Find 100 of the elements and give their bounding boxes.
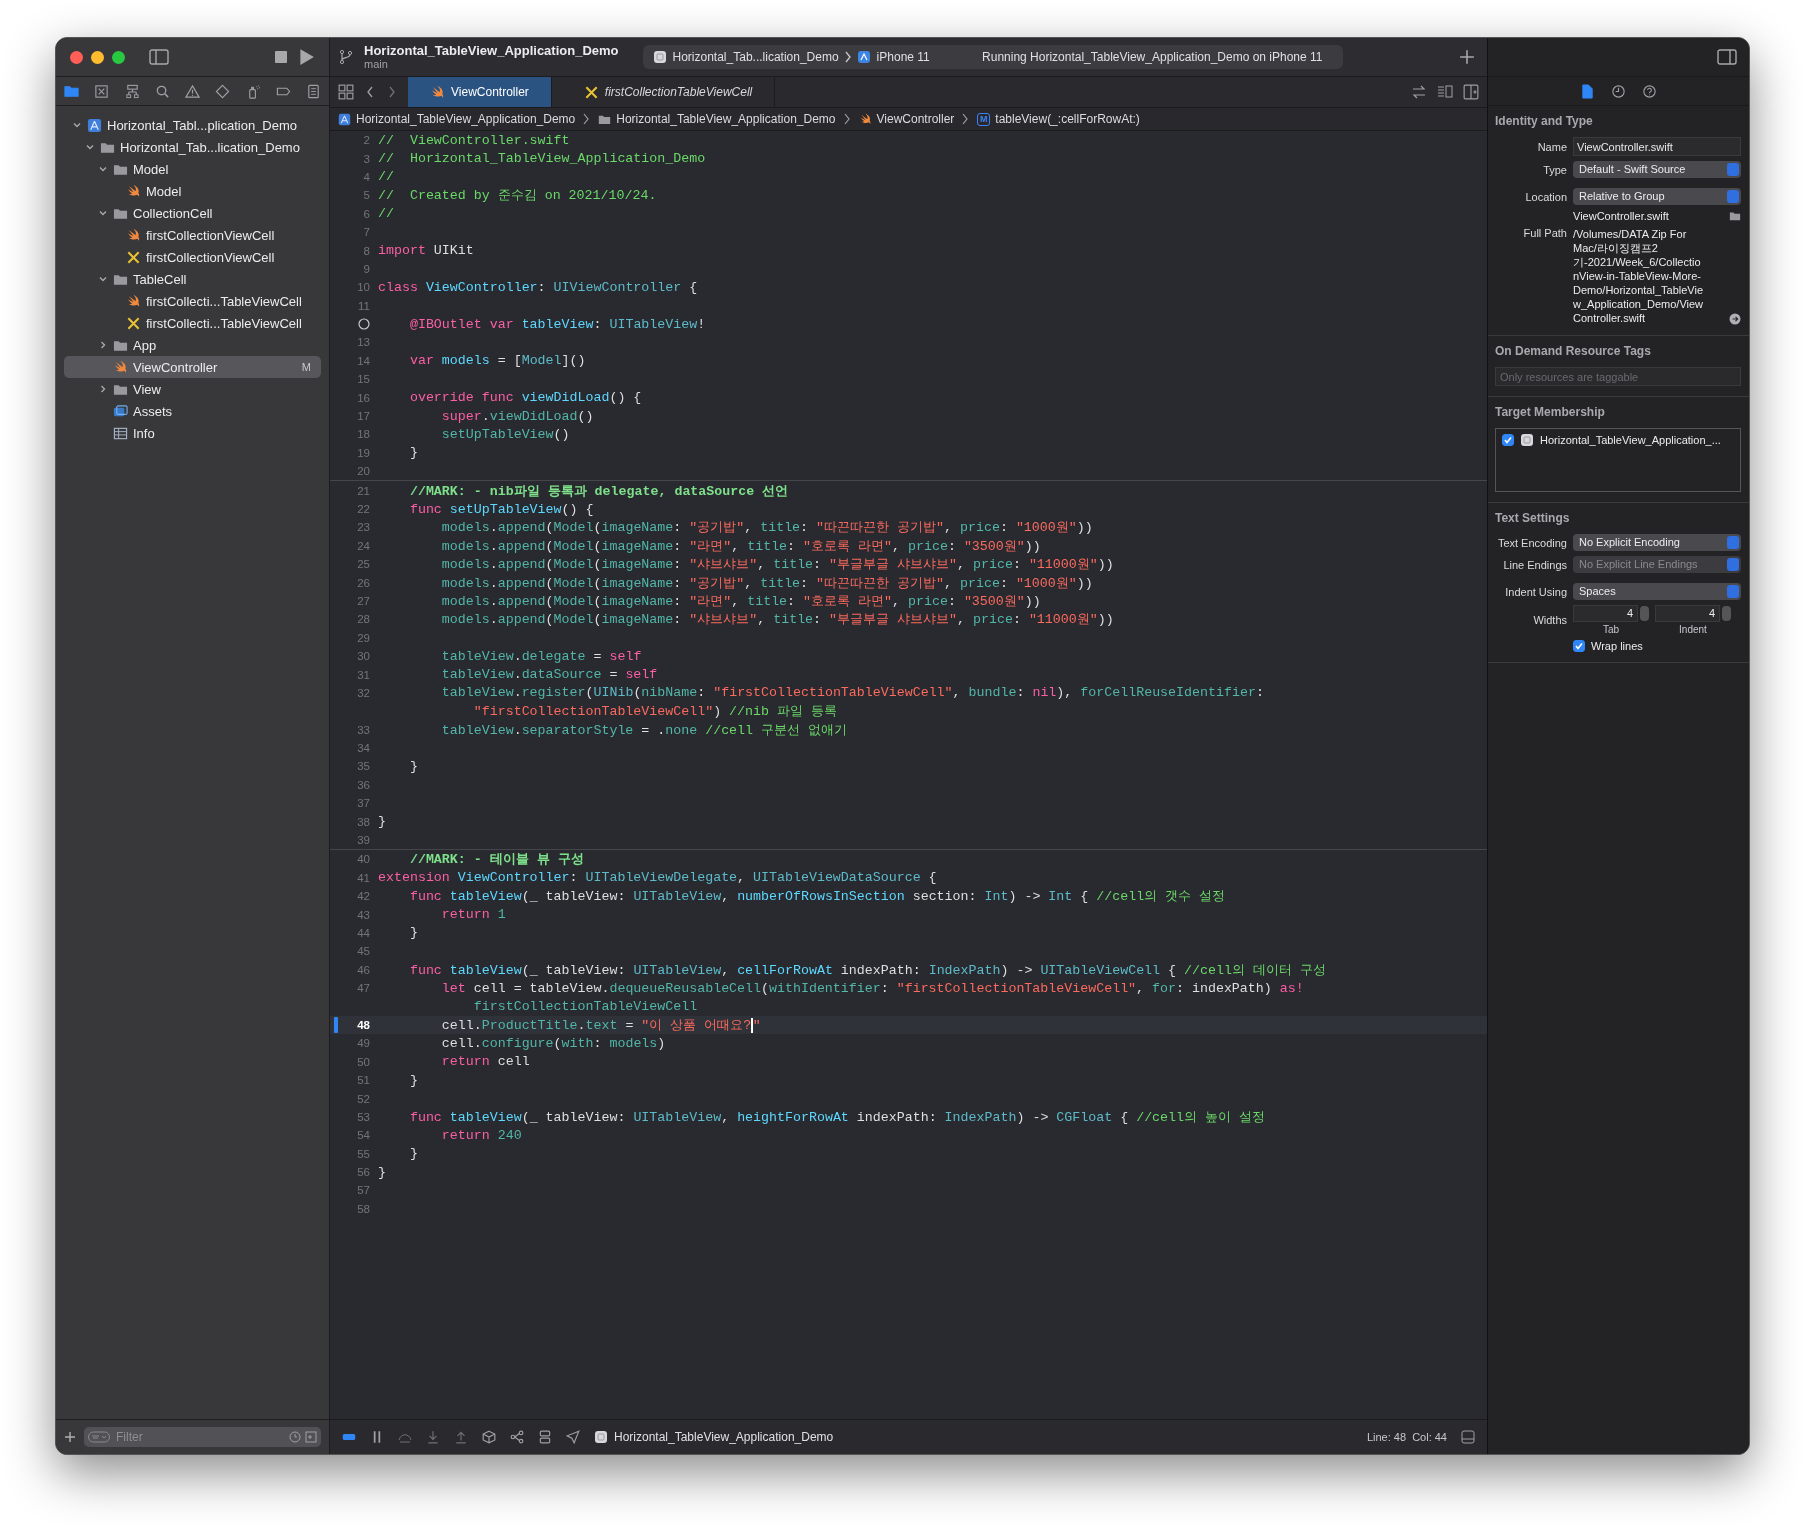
tree-item[interactable]: TableCell — [64, 268, 321, 290]
swift-file-icon — [430, 84, 445, 100]
line-number: 39 — [357, 834, 370, 847]
run-icon[interactable] — [297, 48, 315, 66]
chevron-icon[interactable] — [72, 120, 82, 130]
tab-width-field[interactable]: 4 — [1573, 605, 1638, 622]
clock-icon[interactable] — [1611, 83, 1626, 99]
code-line: class ViewController: UIViewController { — [378, 279, 698, 295]
close-window-button[interactable] — [70, 50, 83, 64]
breadcrumb-item[interactable]: M tableView(_:cellForRowAt:) — [958, 112, 1140, 126]
step-into-icon[interactable] — [426, 1430, 440, 1444]
code-line: func tableView(_ tableView: UITableView, numberOfRowsInSection section: Int) -> Int { //cell의 갯수 설정 — [408, 888, 1226, 906]
device-selector[interactable]: iPhone 11 — [876, 50, 930, 64]
tree-item[interactable]: View — [64, 378, 321, 400]
editor-tab[interactable]: ViewController — [408, 77, 552, 107]
minimize-window-button[interactable] — [91, 50, 104, 64]
code-line: return cell — [440, 1054, 530, 1070]
warning-icon[interactable] — [185, 83, 200, 99]
tree-item[interactable]: Info — [64, 422, 321, 444]
tree-item[interactable]: firstCollecti...TableViewCell — [64, 312, 321, 334]
type-dropdown[interactable]: Default - Swift Source — [1573, 161, 1741, 178]
split-editor-icon[interactable] — [1463, 84, 1479, 100]
line-number: 41 — [357, 871, 370, 884]
chevron-icon — [962, 113, 969, 125]
folder-icon[interactable] — [1729, 210, 1741, 222]
scope-icon[interactable] — [305, 1431, 317, 1443]
location-arrow-icon[interactable] — [566, 1430, 580, 1444]
search-icon[interactable] — [154, 83, 170, 99]
chevron-icon[interactable] — [85, 142, 95, 152]
code-line: import UIKit — [378, 243, 474, 259]
line-number: 50 — [357, 1055, 370, 1068]
step-out-icon[interactable] — [454, 1430, 468, 1444]
tree-item[interactable]: firstCollectionViewCell — [64, 246, 321, 268]
sidebar-toggle-icon[interactable] — [149, 49, 169, 65]
app-icon — [652, 50, 667, 64]
tree-item[interactable]: firstCollectionViewCell — [64, 224, 321, 246]
tree-item[interactable]: CollectionCell — [64, 202, 321, 224]
tree-item[interactable]: Assets — [64, 400, 321, 422]
name-field[interactable]: ViewController.swift — [1573, 137, 1741, 156]
line-number: 52 — [357, 1092, 370, 1105]
swap-arrows-icon[interactable] — [1411, 84, 1427, 100]
line-number: 57 — [357, 1184, 370, 1197]
assets-icon — [113, 403, 128, 419]
tree-item[interactable]: firstCollecti...TableViewCell — [64, 290, 321, 312]
tree-item[interactable]: Model — [64, 158, 321, 180]
tree-item[interactable]: Horizontal_Tab...lication_Demo — [64, 136, 321, 158]
panel-toggle-icon[interactable] — [1461, 1430, 1475, 1444]
checkbox-label: Wrap lines — [1591, 640, 1643, 652]
tree-item[interactable]: ViewController M — [64, 356, 321, 378]
square-x-icon[interactable] — [94, 83, 110, 99]
zoom-window-button[interactable] — [112, 50, 125, 64]
indent-dropdown[interactable]: Spaces — [1573, 583, 1741, 600]
line-number: 30 — [357, 650, 370, 663]
location-dropdown[interactable]: Relative to Group — [1573, 188, 1741, 205]
line-number: 35 — [357, 760, 370, 773]
chevron-icon[interactable] — [98, 274, 108, 284]
scheme-selector[interactable]: Horizontal_Tab...lication_Demo — [672, 50, 839, 64]
checkbox[interactable] — [1573, 640, 1585, 652]
add-icon[interactable] — [64, 1431, 76, 1443]
tree-item[interactable]: Model — [64, 180, 321, 202]
branch-icon[interactable] — [338, 49, 354, 65]
tree-item[interactable]: Horizontal_Tabl...plication_Demo — [64, 114, 321, 136]
nodes-icon[interactable] — [510, 1430, 524, 1444]
code-line: tableView.dataSource = self — [440, 667, 658, 682]
list-icon[interactable] — [1437, 84, 1453, 100]
sliders-icon[interactable] — [538, 1430, 552, 1444]
code-line: let cell = tableView.dequeueReusableCell(withIdentifier: "firstCollectionTableViewCell", for: indexPath) as! — [440, 980, 1304, 996]
line-number: 7 — [363, 226, 370, 239]
filter-input[interactable]: Filter — [114, 1429, 285, 1445]
inspector-toggle-icon[interactable] — [1717, 49, 1737, 65]
stop-icon[interactable] — [273, 49, 289, 65]
file-icon[interactable] — [1580, 83, 1595, 99]
breadcrumb-item[interactable]: ViewController — [839, 112, 955, 126]
chevron-icon[interactable] — [98, 384, 108, 394]
line-number: 42 — [357, 890, 370, 903]
cube-icon[interactable] — [482, 1430, 496, 1444]
checkbox[interactable] — [1502, 434, 1514, 446]
breadcrumb-label[interactable]: tableView(_:cellForRowAt:) — [995, 112, 1140, 126]
tree-item[interactable]: App — [64, 334, 321, 356]
outlet-connection-icon[interactable] — [358, 318, 370, 331]
breadcrumb-label[interactable]: ViewController — [876, 112, 955, 126]
add-icon[interactable] — [1459, 49, 1475, 65]
editor-tab[interactable]: firstCollectionTableViewCell — [561, 77, 776, 107]
tags-field[interactable]: Only resources are taggable — [1495, 367, 1741, 386]
grid-icon[interactable] — [338, 84, 354, 100]
chevron-icon[interactable] — [98, 164, 108, 174]
encoding-dropdown[interactable]: No Explicit Encoding — [1573, 534, 1741, 551]
folder-icon[interactable] — [64, 83, 79, 99]
line-number: 33 — [357, 723, 370, 736]
arrow-circle-icon[interactable] — [1729, 313, 1741, 325]
chevron-icon[interactable] — [98, 340, 108, 350]
list-icon[interactable] — [306, 83, 321, 99]
line-number: 13 — [357, 336, 370, 349]
chevron-icon[interactable] — [98, 208, 108, 218]
line-number: 8 — [363, 244, 370, 257]
filter-field[interactable]: Filter — [84, 1427, 321, 1447]
hierarchy-icon[interactable] — [124, 83, 140, 99]
indent-width-field[interactable]: 4 — [1655, 605, 1720, 622]
diamond-icon[interactable] — [215, 83, 231, 99]
help-icon[interactable] — [1642, 83, 1657, 99]
